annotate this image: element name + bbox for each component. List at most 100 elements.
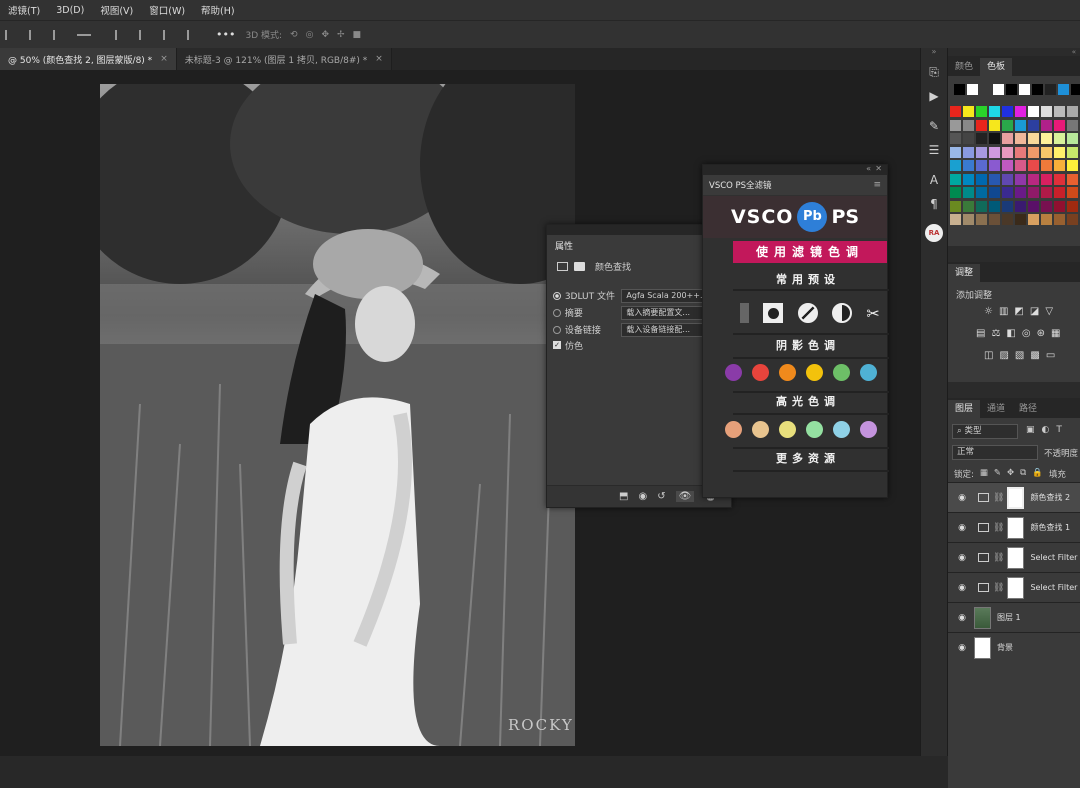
hue-icon[interactable]: ▤	[976, 328, 985, 339]
shadow-color-swatch[interactable]	[833, 364, 850, 381]
visibility-eye-icon[interactable]: ◉	[956, 493, 968, 503]
3d-slide-icon[interactable]: ✢	[337, 30, 345, 40]
distribute-vertical-icon[interactable]	[187, 29, 201, 40]
link-icon[interactable]: ⛓	[993, 553, 1004, 563]
swatch[interactable]	[1015, 214, 1026, 225]
swatch[interactable]	[989, 146, 1000, 158]
swatch[interactable]	[963, 187, 974, 198]
swatch[interactable]	[1041, 214, 1052, 225]
blend-mode-select[interactable]: 正常	[952, 445, 1038, 460]
balance-icon[interactable]: ⚖	[991, 328, 1000, 339]
swatch[interactable]	[1028, 200, 1039, 212]
vignette-preset-icon[interactable]	[763, 303, 784, 323]
swatches-grid[interactable]	[948, 76, 1080, 246]
channel-mixer-icon[interactable]: ⊛	[1037, 328, 1045, 339]
swatch[interactable]	[1041, 146, 1052, 158]
swatch[interactable]	[950, 160, 961, 171]
shadow-color-swatch[interactable]	[779, 364, 796, 381]
swatch[interactable]	[1041, 200, 1052, 212]
swatch[interactable]	[1015, 200, 1026, 212]
swatch[interactable]	[1002, 133, 1013, 144]
swatch[interactable]	[1002, 160, 1013, 171]
swatch[interactable]	[1002, 146, 1013, 158]
swatch[interactable]	[976, 200, 987, 212]
close-icon[interactable]: ×	[160, 54, 168, 64]
gradient-map-icon[interactable]: ▩	[1030, 350, 1039, 361]
3d-scale-icon[interactable]: ■	[353, 30, 362, 40]
link-icon[interactable]: ⛓	[993, 583, 1004, 593]
distribute-icon[interactable]	[77, 33, 91, 36]
lock-all-icon[interactable]: 🔒	[1032, 468, 1043, 480]
swatch[interactable]	[1067, 173, 1078, 185]
tab-adjustments[interactable]: 调整	[948, 264, 981, 282]
link-icon[interactable]: ⛓	[993, 493, 1004, 503]
dither-checkbox[interactable]: ✓	[553, 341, 561, 349]
play-action-icon[interactable]: ▶	[926, 88, 942, 104]
more-options-button[interactable]: •••	[216, 28, 235, 41]
swatch[interactable]	[1067, 187, 1078, 198]
3d-pan-icon[interactable]: ✥	[321, 30, 329, 40]
align-center-icon[interactable]	[29, 29, 43, 40]
tab-layers[interactable]: 图层	[948, 400, 981, 418]
swatch[interactable]	[989, 214, 1000, 225]
swatch[interactable]	[1015, 106, 1026, 117]
swatch[interactable]	[976, 187, 987, 198]
swatch[interactable]	[976, 160, 987, 171]
ra-plugin-icon[interactable]: RA	[925, 224, 943, 242]
swatch[interactable]	[1019, 84, 1030, 95]
shadow-color-swatch[interactable]	[860, 364, 877, 381]
swatch[interactable]	[963, 200, 974, 212]
collapse-icon[interactable]: «	[948, 48, 1080, 56]
contrast-stripes-icon[interactable]	[797, 303, 818, 323]
levels-icon[interactable]: ▥	[999, 306, 1008, 317]
swatch[interactable]	[1058, 84, 1069, 95]
layer-mask-thumbnail[interactable]	[1007, 576, 1025, 599]
curves-icon[interactable]: ◩	[1014, 306, 1023, 317]
more-resources-heading[interactable]: 更多资源	[733, 450, 883, 466]
visibility-eye-icon[interactable]: ◉	[956, 613, 968, 623]
swatch[interactable]	[950, 187, 961, 198]
swatch[interactable]	[1002, 187, 1013, 198]
brush-icon[interactable]: ✎	[926, 118, 942, 134]
swatch[interactable]	[989, 187, 1000, 198]
bw-icon[interactable]: ◧	[1006, 328, 1015, 339]
radio-3dlut[interactable]	[553, 291, 561, 300]
lock-move-icon[interactable]: ✥	[1007, 468, 1014, 480]
swatch[interactable]	[989, 200, 1000, 212]
swatch[interactable]	[1054, 160, 1065, 171]
vibrance-icon[interactable]: ▽	[1045, 306, 1053, 317]
gradient-preset-icon[interactable]	[740, 303, 750, 323]
swatch[interactable]	[1041, 160, 1052, 171]
shadow-color-swatch[interactable]	[752, 364, 769, 381]
selective-color-icon[interactable]: ▭	[1046, 350, 1055, 361]
swatch[interactable]	[963, 133, 974, 144]
visibility-eye-icon[interactable]: ◉	[956, 523, 968, 533]
swatch[interactable]	[1041, 187, 1052, 198]
swatch[interactable]	[989, 173, 1000, 185]
device-link-select[interactable]: 载入设备链接配...	[621, 322, 713, 337]
swatch[interactable]	[1006, 84, 1017, 95]
menu-filter[interactable]: 滤镜(T)	[0, 3, 48, 17]
option-dither[interactable]: ✓ 仿色	[553, 338, 713, 352]
swatch[interactable]	[1015, 173, 1026, 185]
layer-mask-thumbnail[interactable]	[1007, 546, 1025, 569]
threshold-icon[interactable]: ▧	[1015, 350, 1024, 361]
swatch[interactable]	[963, 160, 974, 171]
visibility-eye-icon[interactable]: ◉	[956, 553, 968, 563]
swatch[interactable]	[989, 106, 1000, 117]
swatch[interactable]	[1071, 84, 1080, 95]
lut-file-select[interactable]: Agfa Scala 200++...	[621, 288, 713, 303]
swatch[interactable]	[1041, 106, 1052, 117]
lock-transparent-icon[interactable]: ▦	[980, 468, 988, 480]
swatch[interactable]	[1067, 106, 1078, 117]
highlight-color-swatch[interactable]	[833, 421, 850, 438]
swatch[interactable]	[1054, 106, 1065, 117]
swatch[interactable]	[1054, 200, 1065, 212]
adjust-sliders-icon[interactable]: ☰	[926, 142, 942, 158]
menu-view[interactable]: 视图(V)	[92, 3, 141, 17]
swatch[interactable]	[976, 106, 987, 117]
mask-icon[interactable]	[574, 261, 585, 271]
swatch[interactable]	[976, 133, 987, 144]
layer-row[interactable]: ◉ ⛓ 颜色查找 2	[948, 482, 1080, 512]
swatch[interactable]	[976, 173, 987, 185]
